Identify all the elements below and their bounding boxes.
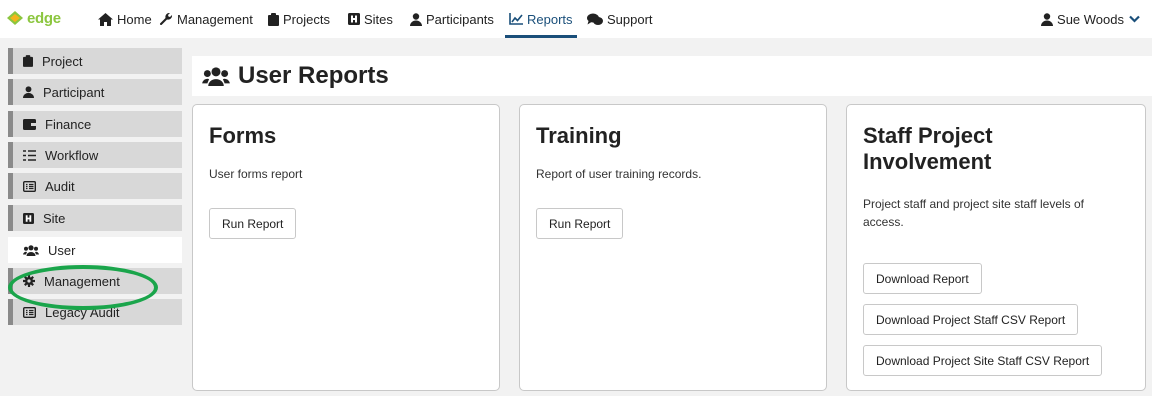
sidebar-item-site[interactable]: Site [8,205,182,231]
hospital-icon [23,212,34,224]
hospital-icon [348,13,360,25]
nav-support-label: Support [607,11,653,27]
nav-reports-label: Reports [527,11,573,27]
card-title-line: Involvement [863,149,992,174]
clipboard-icon [268,12,279,26]
card-title: Forms [209,123,277,148]
list-alt-icon [23,180,36,192]
user-menu[interactable]: Sue Woods [1041,0,1144,38]
report-category-sidebar: Project Participant Finance Workflow Aud… [0,38,186,396]
sidebar-item-project[interactable]: Project [8,48,182,74]
clipboard-icon [23,55,33,67]
report-card-staff-project-involvement: Staff Project Involvement Project staff … [846,104,1146,391]
users-icon [23,244,39,256]
card-description: Report of user training records. [536,167,702,181]
download-project-site-staff-csv-button[interactable]: Download Project Site Staff CSV Report [863,345,1103,376]
run-report-button[interactable]: Run Report [536,208,624,239]
nav-management[interactable]: Management [159,0,253,38]
nav-projects[interactable]: Projects [268,0,330,38]
card-title-line: Staff Project [863,123,993,148]
sidebar-item-label: Site [43,210,66,226]
edge-logo[interactable]: edge [6,6,61,30]
list-alt-icon [23,306,36,318]
top-navigation: edge Home Management Projects Sites Part… [0,0,1152,38]
sidebar-item-workflow[interactable]: Workflow [8,142,182,168]
user-icon [1041,12,1054,26]
sidebar-item-label: Project [42,53,83,69]
sidebar-item-legacy-audit[interactable]: Legacy Audit [8,299,182,325]
user-name: Sue Woods [1057,11,1124,27]
users-icon [202,66,230,86]
sidebar-item-label: Workflow [45,147,99,163]
nav-home-label: Home [117,11,152,27]
sidebar-item-label: Audit [45,178,75,194]
logo-text: edge [27,9,61,27]
run-report-button[interactable]: Run Report [209,208,297,239]
line-chart-icon [509,13,523,25]
home-icon [98,12,113,26]
sidebar-item-finance[interactable]: Finance [8,111,182,137]
sidebar-item-label: Management [44,273,120,289]
card-title: Training [536,123,622,148]
wallet-icon [23,118,36,130]
main-content: User Reports Forms User forms report Run… [186,38,1152,396]
page-title: User Reports [238,62,389,89]
nav-participants-label: Participants [426,11,494,27]
download-project-staff-csv-button[interactable]: Download Project Staff CSV Report [863,304,1079,335]
cog-icon [23,275,35,287]
nav-participants[interactable]: Participants [410,0,494,38]
nav-sites-label: Sites [364,11,393,27]
sidebar-item-label: Legacy Audit [45,304,120,320]
sidebar-item-audit[interactable]: Audit [8,173,182,199]
edge-logo-icon [7,11,23,25]
list-ol-icon [23,149,36,161]
sidebar-item-management[interactable]: Management [8,268,182,294]
report-card-training: Training Report of user training records… [519,104,827,391]
sidebar-item-label: Participant [43,84,105,100]
person-icon [23,86,34,98]
person-icon [410,12,422,26]
sidebar-item-label: User [48,242,76,258]
chevron-down-icon [1129,15,1140,23]
nav-support[interactable]: Support [587,0,653,38]
comments-icon [587,13,603,25]
download-report-button[interactable]: Download Report [863,263,982,294]
card-description-line: access. [863,215,904,229]
nav-home[interactable]: Home [98,0,152,38]
sidebar-item-user[interactable]: User [8,237,182,263]
card-description-line: Project staff and project site staff lev… [863,197,1085,211]
nav-management-label: Management [177,11,253,27]
sidebar-item-participant[interactable]: Participant [8,79,182,105]
sidebar-item-label: Finance [45,116,92,132]
page-header: User Reports [192,56,1152,96]
nav-sites[interactable]: Sites [348,0,393,38]
nav-projects-label: Projects [283,11,330,27]
wrench-icon [159,12,173,26]
nav-reports[interactable]: Reports [505,0,577,38]
card-description: User forms report [209,167,303,181]
report-card-forms: Forms User forms report Run Report [192,104,500,391]
